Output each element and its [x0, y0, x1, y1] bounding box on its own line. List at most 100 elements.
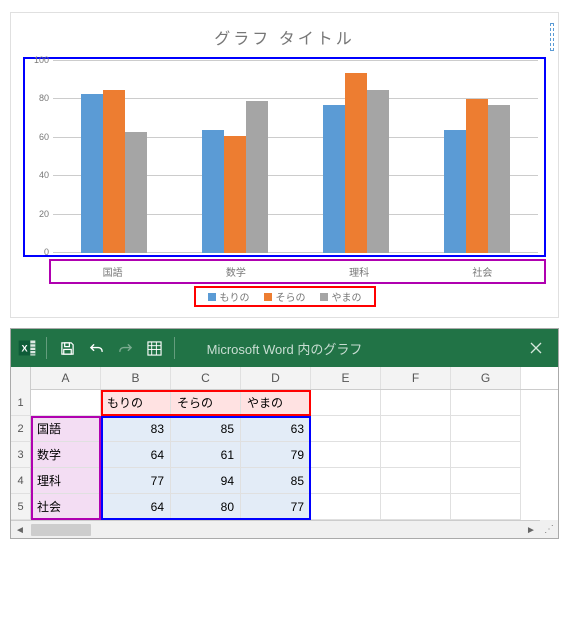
y-tick-label: 100 [29, 55, 49, 65]
resize-grip[interactable]: ⋰ [540, 520, 558, 538]
column-header[interactable]: G [451, 367, 521, 389]
bar[interactable] [488, 105, 510, 253]
cell[interactable]: やまの [241, 390, 311, 416]
y-tick-label: 0 [29, 247, 49, 257]
cell[interactable] [451, 442, 521, 468]
row-header[interactable]: 1 [11, 390, 31, 416]
bar[interactable] [246, 101, 268, 253]
cell[interactable]: 85 [171, 416, 241, 442]
cell[interactable] [381, 390, 451, 416]
bar[interactable] [103, 90, 125, 253]
cell[interactable]: 数学 [31, 442, 101, 468]
x-tick-label: 理科 [298, 261, 421, 282]
cell[interactable]: 社会 [31, 494, 101, 520]
row-header[interactable]: 2 [11, 416, 31, 442]
cell[interactable] [311, 442, 381, 468]
bars-area [53, 61, 538, 253]
x-axis: 国語数学理科社会 [49, 259, 546, 284]
cell[interactable]: 理科 [31, 468, 101, 494]
bar[interactable] [224, 136, 246, 253]
quick-access-toolbar: X [11, 335, 183, 361]
bar-group [53, 61, 174, 253]
cell[interactable]: 77 [241, 494, 311, 520]
cell[interactable]: 80 [171, 494, 241, 520]
cell[interactable]: 79 [241, 442, 311, 468]
cell[interactable]: そらの [171, 390, 241, 416]
cell[interactable] [311, 494, 381, 520]
row-header[interactable]: 5 [11, 494, 31, 520]
column-header[interactable]: F [381, 367, 451, 389]
legend-label: もりの [220, 289, 250, 304]
scroll-thumb[interactable] [31, 524, 91, 536]
bar[interactable] [367, 90, 389, 253]
chart-datagrid-button[interactable] [141, 335, 167, 361]
cell[interactable]: 77 [101, 468, 171, 494]
cell[interactable] [31, 390, 101, 416]
table-row: 4理科779485 [11, 468, 558, 494]
undo-button[interactable] [83, 335, 109, 361]
cell[interactable]: 64 [101, 442, 171, 468]
cell[interactable] [381, 468, 451, 494]
cell[interactable] [311, 390, 381, 416]
cell[interactable] [451, 494, 521, 520]
bar[interactable] [323, 105, 345, 253]
column-header[interactable]: A [31, 367, 101, 389]
legend-swatch [208, 293, 216, 301]
column-header[interactable]: D [241, 367, 311, 389]
legend-label: やまの [332, 289, 362, 304]
cell[interactable]: 63 [241, 416, 311, 442]
legend: もりの そらの やまの [194, 286, 376, 307]
svg-text:X: X [21, 343, 28, 353]
column-headers: ABCDEFG [31, 367, 558, 390]
cell[interactable] [381, 442, 451, 468]
bar[interactable] [81, 94, 103, 253]
bar[interactable] [202, 130, 224, 253]
bar[interactable] [345, 73, 367, 253]
x-tick-label: 国語 [51, 261, 174, 282]
cell[interactable]: 64 [101, 494, 171, 520]
cell[interactable]: もりの [101, 390, 171, 416]
legend-label: そらの [276, 289, 306, 304]
scroll-right-arrow[interactable]: ► [522, 521, 540, 539]
save-button[interactable] [54, 335, 80, 361]
scroll-left-arrow[interactable]: ◄ [11, 521, 29, 539]
horizontal-scrollbar[interactable]: ◄ ► ⋰ [11, 520, 558, 538]
y-tick-label: 20 [29, 209, 49, 219]
column-header[interactable]: C [171, 367, 241, 389]
bar[interactable] [466, 99, 488, 253]
cell[interactable]: 国語 [31, 416, 101, 442]
plot-area: 020406080100 [23, 57, 546, 257]
cell[interactable] [311, 416, 381, 442]
bar-group [174, 61, 295, 253]
cell[interactable] [311, 468, 381, 494]
cell[interactable] [451, 416, 521, 442]
cell[interactable] [451, 390, 521, 416]
cell[interactable] [381, 416, 451, 442]
close-button[interactable] [514, 329, 558, 367]
row-header[interactable]: 4 [11, 468, 31, 494]
bar[interactable] [444, 130, 466, 253]
cell[interactable]: 83 [101, 416, 171, 442]
redo-button[interactable] [112, 335, 138, 361]
legend-item: そらの [264, 289, 306, 304]
y-tick-label: 40 [29, 170, 49, 180]
x-tick-label: 数学 [174, 261, 297, 282]
cell[interactable]: 85 [241, 468, 311, 494]
row-header[interactable]: 3 [11, 442, 31, 468]
spreadsheet[interactable]: ABCDEFG 1もりのそらのやまの2国語8385633数学6461794理科7… [11, 367, 558, 520]
data-rows: 1もりのそらのやまの2国語8385633数学6461794理科7794855社会… [11, 390, 558, 520]
cell[interactable]: 94 [171, 468, 241, 494]
column-header[interactable]: B [101, 367, 171, 389]
column-header[interactable]: E [311, 367, 381, 389]
bar[interactable] [125, 132, 147, 253]
selection-handle[interactable] [550, 23, 554, 51]
table-row: 2国語838563 [11, 416, 558, 442]
bar-group [417, 61, 538, 253]
table-row: 1 もりのそらのやまの [11, 390, 558, 416]
cell[interactable] [451, 468, 521, 494]
legend-swatch [264, 293, 272, 301]
cell[interactable]: 61 [171, 442, 241, 468]
table-row: 3数学646179 [11, 442, 558, 468]
chart-container: グラフ タイトル 020406080100 国語数学理科社会 もりのそらのやまの [10, 12, 559, 318]
cell[interactable] [381, 494, 451, 520]
